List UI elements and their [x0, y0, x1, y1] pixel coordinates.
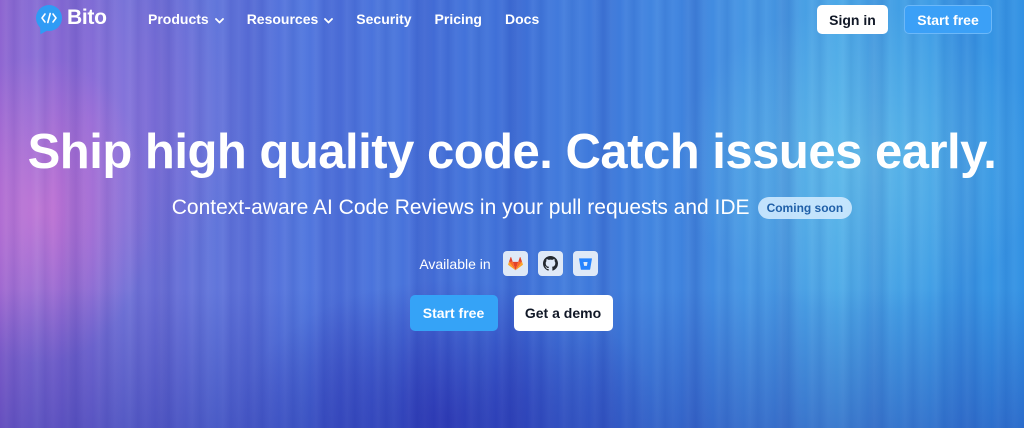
nav-item-label: Resources — [246, 11, 319, 27]
get-a-demo-button[interactable]: Get a demo — [513, 295, 613, 331]
start-free-button[interactable]: Start free — [409, 295, 498, 331]
nav-item-resources[interactable]: Resources — [247, 11, 334, 27]
brand-logo[interactable]: Bito — [36, 5, 107, 31]
hero-headline: Ship high quality code. Catch issues ear… — [27, 125, 997, 179]
bitbucket-icon[interactable] — [572, 251, 598, 276]
brand-name: Bito — [67, 6, 107, 29]
code-bubble-icon — [36, 5, 62, 31]
available-in-row: Available in — [0, 251, 1024, 276]
nav-item-security[interactable]: Security — [356, 11, 411, 27]
nav-start-free-button[interactable]: Start free — [904, 5, 992, 34]
coming-soon-badge: Coming soon — [757, 197, 853, 219]
hero-subheadline-row: Context-aware AI Code Reviews in your pu… — [0, 196, 1024, 220]
nav-item-label: Docs — [505, 11, 540, 27]
nav-item-docs[interactable]: Docs — [505, 11, 539, 27]
main-menu: Products Resources Security Pricing Docs — [148, 0, 562, 38]
nav-item-products[interactable]: Products — [148, 11, 224, 27]
top-navbar: Bito Products Resources Security Pricing — [0, 0, 1024, 38]
hero-cta-row: Start free Get a demo — [0, 295, 1024, 331]
available-in-label: Available in — [419, 255, 491, 272]
nav-item-pricing[interactable]: Pricing — [435, 11, 482, 27]
nav-item-label: Products — [148, 11, 209, 27]
gitlab-icon[interactable] — [502, 251, 528, 276]
hero-section: Bito Products Resources Security Pricing — [0, 0, 1024, 428]
nav-item-label: Pricing — [434, 11, 482, 27]
nav-item-label: Security — [356, 11, 412, 27]
sign-in-button[interactable]: Sign in — [817, 5, 888, 34]
chevron-down-icon — [324, 11, 334, 27]
github-icon[interactable] — [537, 251, 563, 276]
chevron-down-icon — [214, 11, 224, 27]
hero-subheadline: Context-aware AI Code Reviews in your pu… — [171, 196, 750, 219]
